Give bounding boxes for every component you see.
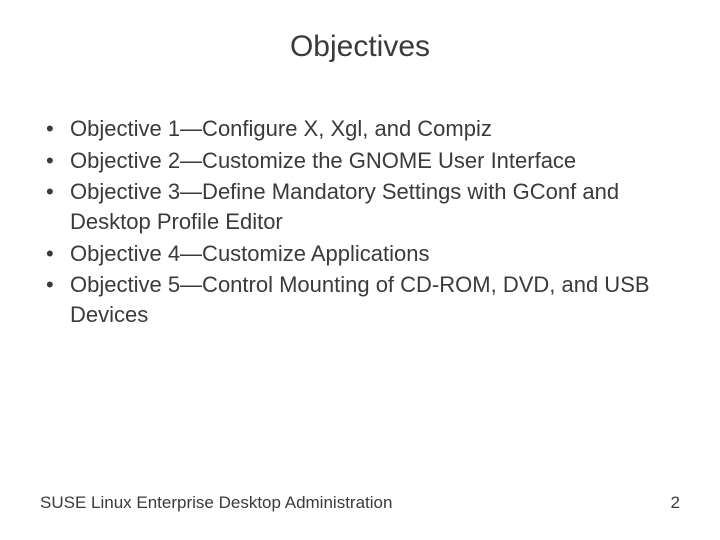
objectives-list: Objective 1—Configure X, Xgl, and Compiz… [40,114,680,330]
slide-title: Objectives [40,30,680,64]
list-item: Objective 3—Define Mandatory Settings wi… [40,177,680,236]
list-item: Objective 2—Customize the GNOME User Int… [40,146,680,176]
list-item: Objective 1—Configure X, Xgl, and Compiz [40,114,680,144]
page-number: 2 [671,493,680,513]
list-item: Objective 4—Customize Applications [40,239,680,269]
footer-title: SUSE Linux Enterprise Desktop Administra… [40,493,392,513]
slide-footer: SUSE Linux Enterprise Desktop Administra… [40,493,680,513]
list-item: Objective 5—Control Mounting of CD-ROM, … [40,270,680,329]
